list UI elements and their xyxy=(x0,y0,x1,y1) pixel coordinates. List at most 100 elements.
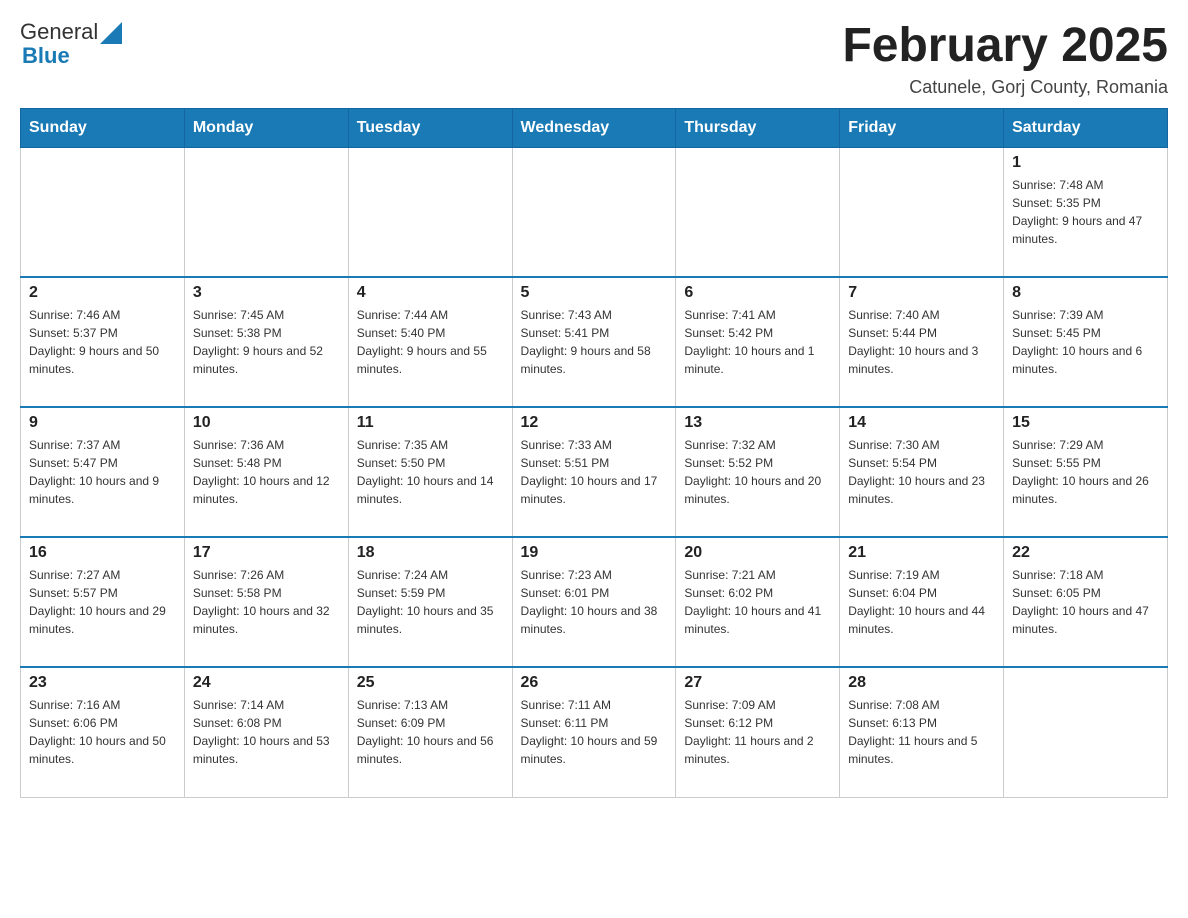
calendar-subtitle: Catunele, Gorj County, Romania xyxy=(842,77,1168,98)
day-number: 8 xyxy=(1012,284,1159,302)
calendar-day-cell: 2 Sunrise: 7:46 AMSunset: 5:37 PMDaylight… xyxy=(21,277,185,407)
day-number: 28 xyxy=(848,674,995,692)
calendar-day-cell xyxy=(676,147,840,277)
day-info: Sunrise: 7:16 AMSunset: 6:06 PMDaylight:… xyxy=(29,696,176,768)
day-number: 25 xyxy=(357,674,504,692)
day-info: Sunrise: 7:40 AMSunset: 5:44 PMDaylight:… xyxy=(848,306,995,378)
day-number: 22 xyxy=(1012,544,1159,562)
day-number: 5 xyxy=(521,284,668,302)
day-number: 11 xyxy=(357,414,504,432)
calendar-day-cell: 14 Sunrise: 7:30 AMSunset: 5:54 PMDayligh… xyxy=(840,407,1004,537)
day-info: Sunrise: 7:44 AMSunset: 5:40 PMDaylight:… xyxy=(357,306,504,378)
day-info: Sunrise: 7:19 AMSunset: 6:04 PMDaylight:… xyxy=(848,566,995,638)
calendar-day-cell: 7 Sunrise: 7:40 AMSunset: 5:44 PMDaylight… xyxy=(840,277,1004,407)
day-info: Sunrise: 7:09 AMSunset: 6:12 PMDaylight:… xyxy=(684,696,831,768)
day-number: 18 xyxy=(357,544,504,562)
calendar-week-row: 16 Sunrise: 7:27 AMSunset: 5:57 PMDayligh… xyxy=(21,537,1168,667)
logo: General Blue xyxy=(20,20,122,68)
day-of-week-header: Sunday xyxy=(21,108,185,147)
day-info: Sunrise: 7:46 AMSunset: 5:37 PMDaylight:… xyxy=(29,306,176,378)
calendar-day-cell: 16 Sunrise: 7:27 AMSunset: 5:57 PMDayligh… xyxy=(21,537,185,667)
day-number: 2 xyxy=(29,284,176,302)
calendar-table: SundayMondayTuesdayWednesdayThursdayFrid… xyxy=(20,108,1168,798)
day-info: Sunrise: 7:24 AMSunset: 5:59 PMDaylight:… xyxy=(357,566,504,638)
day-of-week-header: Saturday xyxy=(1004,108,1168,147)
day-info: Sunrise: 7:35 AMSunset: 5:50 PMDaylight:… xyxy=(357,436,504,508)
day-info: Sunrise: 7:48 AMSunset: 5:35 PMDaylight:… xyxy=(1012,176,1159,248)
day-info: Sunrise: 7:18 AMSunset: 6:05 PMDaylight:… xyxy=(1012,566,1159,638)
day-info: Sunrise: 7:33 AMSunset: 5:51 PMDaylight:… xyxy=(521,436,668,508)
day-number: 23 xyxy=(29,674,176,692)
day-info: Sunrise: 7:37 AMSunset: 5:47 PMDaylight:… xyxy=(29,436,176,508)
day-number: 27 xyxy=(684,674,831,692)
day-info: Sunrise: 7:41 AMSunset: 5:42 PMDaylight:… xyxy=(684,306,831,378)
day-of-week-header: Monday xyxy=(184,108,348,147)
calendar-day-cell: 9 Sunrise: 7:37 AMSunset: 5:47 PMDaylight… xyxy=(21,407,185,537)
calendar-day-cell: 25 Sunrise: 7:13 AMSunset: 6:09 PMDayligh… xyxy=(348,667,512,797)
calendar-day-cell: 3 Sunrise: 7:45 AMSunset: 5:38 PMDaylight… xyxy=(184,277,348,407)
title-block: February 2025 Catunele, Gorj County, Rom… xyxy=(842,20,1168,98)
calendar-day-cell: 12 Sunrise: 7:33 AMSunset: 5:51 PMDayligh… xyxy=(512,407,676,537)
calendar-day-cell: 17 Sunrise: 7:26 AMSunset: 5:58 PMDayligh… xyxy=(184,537,348,667)
calendar-day-cell xyxy=(1004,667,1168,797)
day-number: 6 xyxy=(684,284,831,302)
day-number: 3 xyxy=(193,284,340,302)
day-number: 14 xyxy=(848,414,995,432)
day-info: Sunrise: 7:11 AMSunset: 6:11 PMDaylight:… xyxy=(521,696,668,768)
day-info: Sunrise: 7:23 AMSunset: 6:01 PMDaylight:… xyxy=(521,566,668,638)
calendar-day-cell: 11 Sunrise: 7:35 AMSunset: 5:50 PMDayligh… xyxy=(348,407,512,537)
calendar-day-cell: 19 Sunrise: 7:23 AMSunset: 6:01 PMDayligh… xyxy=(512,537,676,667)
day-info: Sunrise: 7:29 AMSunset: 5:55 PMDaylight:… xyxy=(1012,436,1159,508)
calendar-day-cell xyxy=(840,147,1004,277)
calendar-day-cell: 4 Sunrise: 7:44 AMSunset: 5:40 PMDaylight… xyxy=(348,277,512,407)
day-number: 21 xyxy=(848,544,995,562)
day-of-week-header: Wednesday xyxy=(512,108,676,147)
day-of-week-header: Thursday xyxy=(676,108,840,147)
day-of-week-header: Tuesday xyxy=(348,108,512,147)
calendar-day-cell: 15 Sunrise: 7:29 AMSunset: 5:55 PMDayligh… xyxy=(1004,407,1168,537)
day-info: Sunrise: 7:26 AMSunset: 5:58 PMDaylight:… xyxy=(193,566,340,638)
logo-text-blue: Blue xyxy=(22,44,122,68)
calendar-day-cell: 28 Sunrise: 7:08 AMSunset: 6:13 PMDayligh… xyxy=(840,667,1004,797)
calendar-day-cell: 27 Sunrise: 7:09 AMSunset: 6:12 PMDayligh… xyxy=(676,667,840,797)
day-number: 26 xyxy=(521,674,668,692)
day-number: 24 xyxy=(193,674,340,692)
calendar-day-cell: 22 Sunrise: 7:18 AMSunset: 6:05 PMDayligh… xyxy=(1004,537,1168,667)
calendar-day-cell: 13 Sunrise: 7:32 AMSunset: 5:52 PMDayligh… xyxy=(676,407,840,537)
calendar-week-row: 23 Sunrise: 7:16 AMSunset: 6:06 PMDayligh… xyxy=(21,667,1168,797)
calendar-day-cell: 5 Sunrise: 7:43 AMSunset: 5:41 PMDaylight… xyxy=(512,277,676,407)
calendar-week-row: 9 Sunrise: 7:37 AMSunset: 5:47 PMDaylight… xyxy=(21,407,1168,537)
day-number: 7 xyxy=(848,284,995,302)
day-number: 12 xyxy=(521,414,668,432)
day-info: Sunrise: 7:45 AMSunset: 5:38 PMDaylight:… xyxy=(193,306,340,378)
day-info: Sunrise: 7:43 AMSunset: 5:41 PMDaylight:… xyxy=(521,306,668,378)
calendar-day-cell: 10Sunrise: 7:36 AMSunset: 5:48 PMDayligh… xyxy=(184,407,348,537)
logo-text-general: General xyxy=(20,20,98,44)
calendar-day-cell: 21 Sunrise: 7:19 AMSunset: 6:04 PMDayligh… xyxy=(840,537,1004,667)
day-info: Sunrise: 7:13 AMSunset: 6:09 PMDaylight:… xyxy=(357,696,504,768)
day-info: Sunrise: 7:08 AMSunset: 6:13 PMDaylight:… xyxy=(848,696,995,768)
calendar-day-cell: 26 Sunrise: 7:11 AMSunset: 6:11 PMDayligh… xyxy=(512,667,676,797)
calendar-day-cell xyxy=(348,147,512,277)
day-number: 15 xyxy=(1012,414,1159,432)
day-info: Sunrise: 7:32 AMSunset: 5:52 PMDaylight:… xyxy=(684,436,831,508)
day-number: 17 xyxy=(193,544,340,562)
day-number: 13 xyxy=(684,414,831,432)
calendar-day-cell: 18 Sunrise: 7:24 AMSunset: 5:59 PMDayligh… xyxy=(348,537,512,667)
day-info: Sunrise: 7:27 AMSunset: 5:57 PMDaylight:… xyxy=(29,566,176,638)
day-number: 9 xyxy=(29,414,176,432)
calendar-day-cell: 23 Sunrise: 7:16 AMSunset: 6:06 PMDayligh… xyxy=(21,667,185,797)
calendar-day-cell: 1 Sunrise: 7:48 AMSunset: 5:35 PMDaylight… xyxy=(1004,147,1168,277)
day-number: 19 xyxy=(521,544,668,562)
day-of-week-header: Friday xyxy=(840,108,1004,147)
calendar-day-cell xyxy=(184,147,348,277)
calendar-day-cell: 6 Sunrise: 7:41 AMSunset: 5:42 PMDaylight… xyxy=(676,277,840,407)
day-number: 16 xyxy=(29,544,176,562)
page-header: General Blue February 2025 Catunele, Gor… xyxy=(20,20,1168,98)
day-number: 1 xyxy=(1012,154,1159,172)
day-number: 4 xyxy=(357,284,504,302)
day-info: Sunrise: 7:30 AMSunset: 5:54 PMDaylight:… xyxy=(848,436,995,508)
day-info: Sunrise: 7:21 AMSunset: 6:02 PMDaylight:… xyxy=(684,566,831,638)
calendar-day-cell xyxy=(21,147,185,277)
calendar-header-row: SundayMondayTuesdayWednesdayThursdayFrid… xyxy=(21,108,1168,147)
